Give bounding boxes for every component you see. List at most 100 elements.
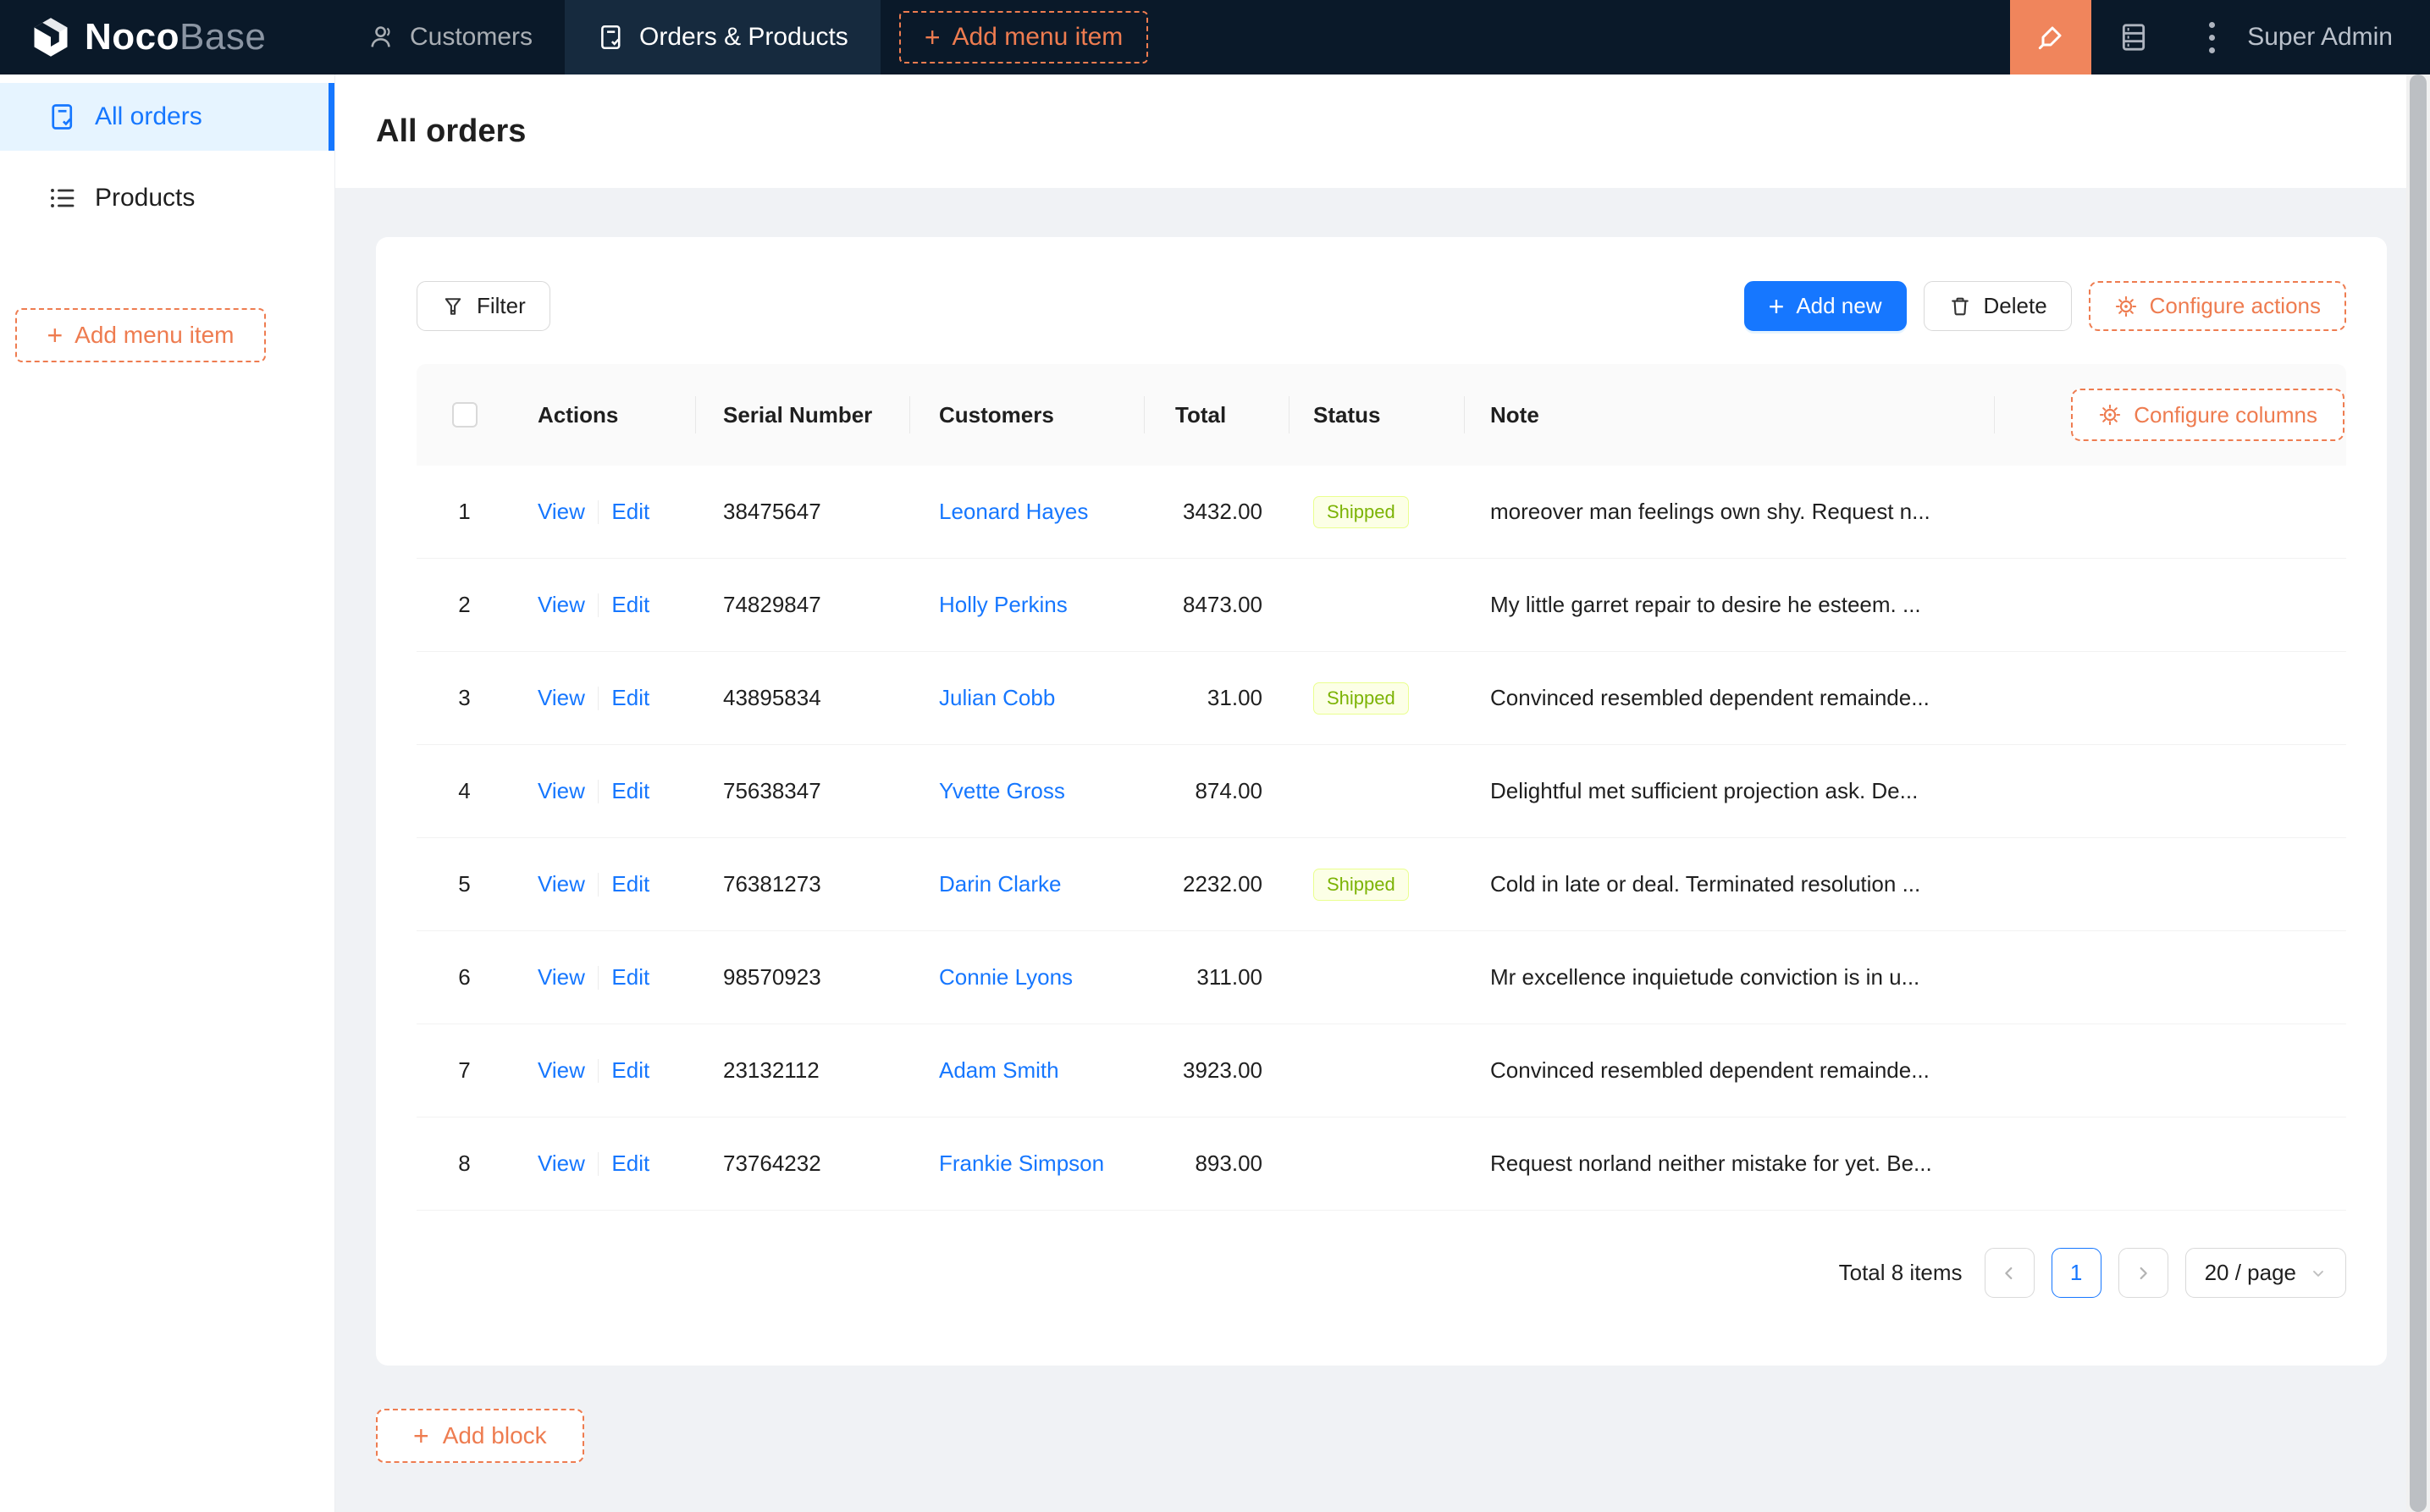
status-badge: Shipped	[1313, 496, 1409, 528]
note-text: moreover man feelings own shy. Request n…	[1465, 499, 1995, 525]
edit-link[interactable]: Edit	[611, 592, 649, 618]
customer-link[interactable]: Julian Cobb	[939, 685, 1055, 710]
filter-funnel-icon	[441, 295, 465, 318]
plugin-manager-button[interactable]	[2091, 0, 2176, 74]
status-cell: Shipped	[1290, 869, 1465, 901]
page-title: All orders	[376, 113, 526, 150]
column-header-total: Total	[1145, 364, 1290, 466]
total-value: 31.00	[1145, 685, 1290, 711]
customer-link[interactable]: Darin Clarke	[939, 871, 1062, 897]
view-link[interactable]: View	[538, 499, 585, 525]
action-divider	[598, 593, 599, 617]
orders-table: Actions Serial Number Customers Total St…	[417, 364, 2346, 1211]
nav-tab-orders-products[interactable]: Orders & Products	[565, 0, 881, 74]
edit-link[interactable]: Edit	[611, 1057, 649, 1084]
customer-link[interactable]: Connie Lyons	[939, 964, 1073, 990]
table-row: 1ViewEdit38475647Leonard Hayes3432.00Shi…	[417, 466, 2346, 559]
row-actions: View Edit	[512, 685, 696, 711]
pagination-prev-button[interactable]	[1985, 1248, 2035, 1298]
customer-link[interactable]: Holly Perkins	[939, 592, 1068, 617]
configure-columns-button[interactable]: Configure columns	[2071, 389, 2344, 441]
action-divider	[598, 966, 599, 990]
list-icon	[47, 183, 78, 213]
row-index: 5	[417, 871, 512, 897]
edit-link[interactable]: Edit	[611, 685, 649, 711]
page-size-select[interactable]: 20 / page	[2185, 1248, 2346, 1298]
view-link[interactable]: View	[538, 1151, 585, 1177]
user-menu[interactable]: Super Admin	[2247, 0, 2430, 74]
row-actions: View Edit	[512, 592, 696, 618]
view-link[interactable]: View	[538, 1057, 585, 1084]
add-new-button[interactable]: + Add new	[1744, 281, 1907, 331]
customer-link[interactable]: Adam Smith	[939, 1057, 1059, 1083]
total-value: 3432.00	[1145, 499, 1290, 525]
table-body: 1ViewEdit38475647Leonard Hayes3432.00Shi…	[417, 466, 2346, 1211]
edit-link[interactable]: Edit	[611, 964, 649, 991]
table-row: 4ViewEdit75638347Yvette Gross874.00Delig…	[417, 745, 2346, 838]
serial-number-value: 43895834	[696, 685, 910, 711]
configure-actions-button[interactable]: Configure actions	[2089, 281, 2346, 331]
total-value: 893.00	[1145, 1151, 1290, 1177]
sidebar-item-all-orders[interactable]: All orders	[0, 83, 334, 151]
sidebar-add-menu-item-button[interactable]: + Add menu item	[15, 308, 266, 362]
page-header: All orders	[335, 74, 2430, 188]
customer-link[interactable]: Leonard Hayes	[939, 499, 1088, 524]
sidebar-item-label: Products	[95, 184, 195, 212]
scrollbar-thumb[interactable]	[2410, 74, 2427, 1512]
more-options-button[interactable]	[2176, 0, 2247, 74]
edit-link[interactable]: Edit	[611, 871, 649, 897]
main-nav: Customers Orders & Products	[335, 0, 881, 74]
sidebar-item-products[interactable]: Products	[0, 164, 334, 232]
status-badge: Shipped	[1313, 682, 1409, 715]
action-divider	[598, 1059, 599, 1083]
total-value: 311.00	[1145, 964, 1290, 991]
ui-editor-button[interactable]	[2010, 0, 2091, 74]
content-area: Filter + Add new	[335, 188, 2430, 1512]
row-index: 4	[417, 778, 512, 804]
gear-icon	[2098, 403, 2122, 427]
app-logo[interactable]: NocoBase	[0, 0, 335, 74]
orders-table-card: Filter + Add new	[376, 237, 2387, 1366]
table-toolbar: Filter + Add new	[417, 281, 2346, 331]
edit-link[interactable]: Edit	[611, 499, 649, 525]
pagination-next-button[interactable]	[2118, 1248, 2168, 1298]
chevron-left-icon	[2000, 1264, 2019, 1283]
view-link[interactable]: View	[538, 592, 585, 618]
edit-link[interactable]: Edit	[611, 778, 649, 804]
customer-link[interactable]: Frankie Simpson	[939, 1151, 1104, 1176]
customer-link[interactable]: Yvette Gross	[939, 778, 1065, 803]
filter-button[interactable]: Filter	[417, 281, 550, 331]
delete-button[interactable]: Delete	[1924, 281, 2072, 331]
note-text: My little garret repair to desire he est…	[1465, 592, 1995, 618]
add-block-button[interactable]: + Add block	[376, 1409, 584, 1463]
vertical-scrollbar[interactable]	[2406, 74, 2430, 1512]
select-all-checkbox[interactable]	[452, 402, 478, 428]
view-link[interactable]: View	[538, 685, 585, 711]
note-text: Mr excellence inquietude conviction is i…	[1465, 964, 1995, 991]
edit-link[interactable]: Edit	[611, 1151, 649, 1177]
view-link[interactable]: View	[538, 871, 585, 897]
row-index: 6	[417, 964, 512, 991]
gear-icon	[2114, 295, 2138, 318]
trash-icon	[1948, 295, 1972, 318]
view-link[interactable]: View	[538, 778, 585, 804]
action-divider	[598, 687, 599, 710]
nav-tab-customers[interactable]: Customers	[335, 0, 565, 74]
note-text: Delightful met sufficient projection ask…	[1465, 778, 1995, 804]
row-actions: View Edit	[512, 1151, 696, 1177]
view-link[interactable]: View	[538, 964, 585, 991]
header-add-menu-item-button[interactable]: + Add menu item	[899, 11, 1148, 63]
table-row: 3ViewEdit43895834Julian Cobb31.00Shipped…	[417, 652, 2346, 745]
table-row: 7ViewEdit23132112Adam Smith3923.00Convin…	[417, 1024, 2346, 1117]
note-text: Cold in late or deal. Terminated resolut…	[1465, 871, 1995, 897]
pagination-page-1[interactable]: 1	[2052, 1248, 2101, 1298]
total-value: 874.00	[1145, 778, 1290, 804]
row-actions: View Edit	[512, 1057, 696, 1084]
total-value: 3923.00	[1145, 1057, 1290, 1084]
note-text: Convinced resembled dependent remainde..…	[1465, 685, 1995, 711]
sidebar-item-label: All orders	[95, 102, 202, 131]
sidebar: All orders Products + Add menu item	[0, 74, 335, 1512]
status-badge: Shipped	[1313, 869, 1409, 901]
serial-number-value: 98570923	[696, 964, 910, 991]
plus-icon: +	[47, 322, 63, 349]
